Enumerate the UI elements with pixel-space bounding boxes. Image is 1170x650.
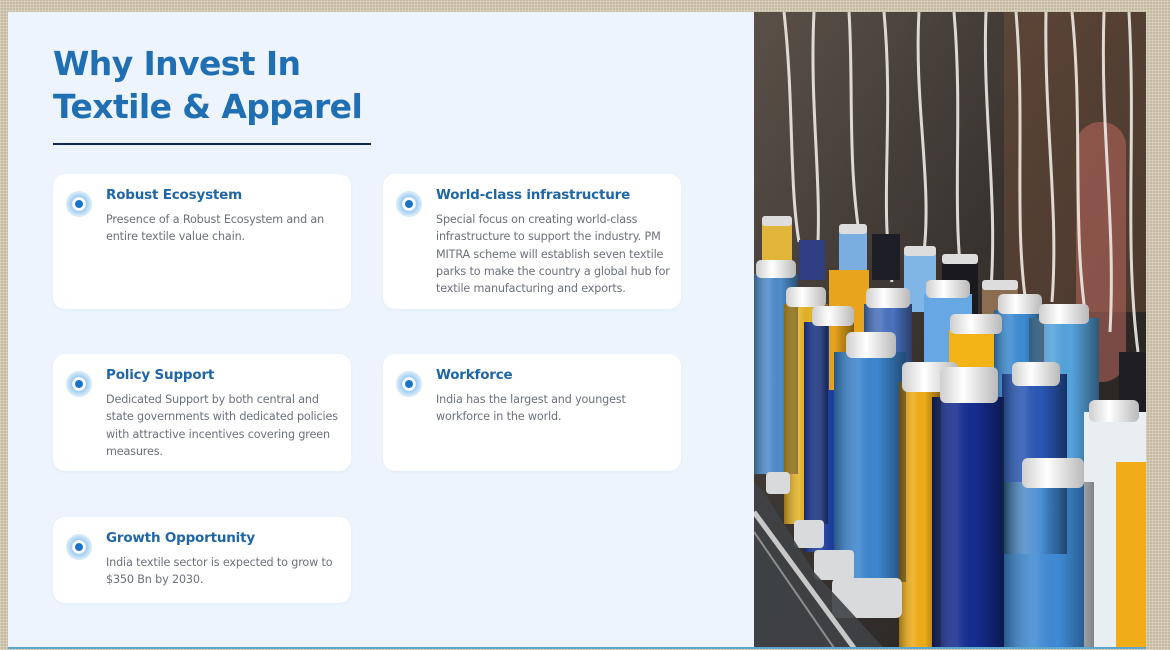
blue-dot-icon (66, 534, 92, 560)
card-policy-support: Policy Support Dedicated Support by both… (53, 354, 351, 471)
bottom-accent-line (8, 647, 1146, 649)
card-description: India textile sector is expected to grow… (106, 556, 333, 587)
card-title: Growth Opportunity (106, 530, 255, 546)
page-title: Why Invest In Textile & Apparel (53, 42, 363, 128)
blue-dot-icon (396, 371, 422, 397)
card-growth-opportunity: Growth Opportunity India textile sector … (53, 517, 351, 603)
blue-dot-icon (66, 191, 92, 217)
title-underline (53, 143, 371, 145)
card-description: Presence of a Robust Ecosystem and an en… (106, 213, 325, 244)
card-description: Special focus on creating world-class in… (436, 213, 670, 296)
card-description: Dedicated Support by both central and st… (106, 393, 338, 458)
page-title-line-2: Textile & Apparel (53, 87, 363, 126)
card-workforce: Workforce India has the largest and youn… (383, 354, 681, 471)
blue-dot-icon (66, 371, 92, 397)
card-title: Robust Ecosystem (106, 187, 242, 203)
blue-dot-icon (396, 191, 422, 217)
card-robust-ecosystem: Robust Ecosystem Presence of a Robust Ec… (53, 174, 351, 309)
card-description: India has the largest and youngest workf… (436, 393, 626, 424)
card-world-class-infrastructure: World-class infrastructure Special focus… (383, 174, 681, 309)
thread-spools-illustration (754, 12, 1146, 648)
card-title: Workforce (436, 367, 513, 383)
page-title-line-1: Why Invest In (53, 44, 301, 83)
content-panel: Why Invest In Textile & Apparel Robust E… (8, 12, 754, 648)
card-title: World-class infrastructure (436, 187, 631, 203)
card-title: Policy Support (106, 367, 215, 383)
thread-spools-photo (754, 12, 1146, 648)
